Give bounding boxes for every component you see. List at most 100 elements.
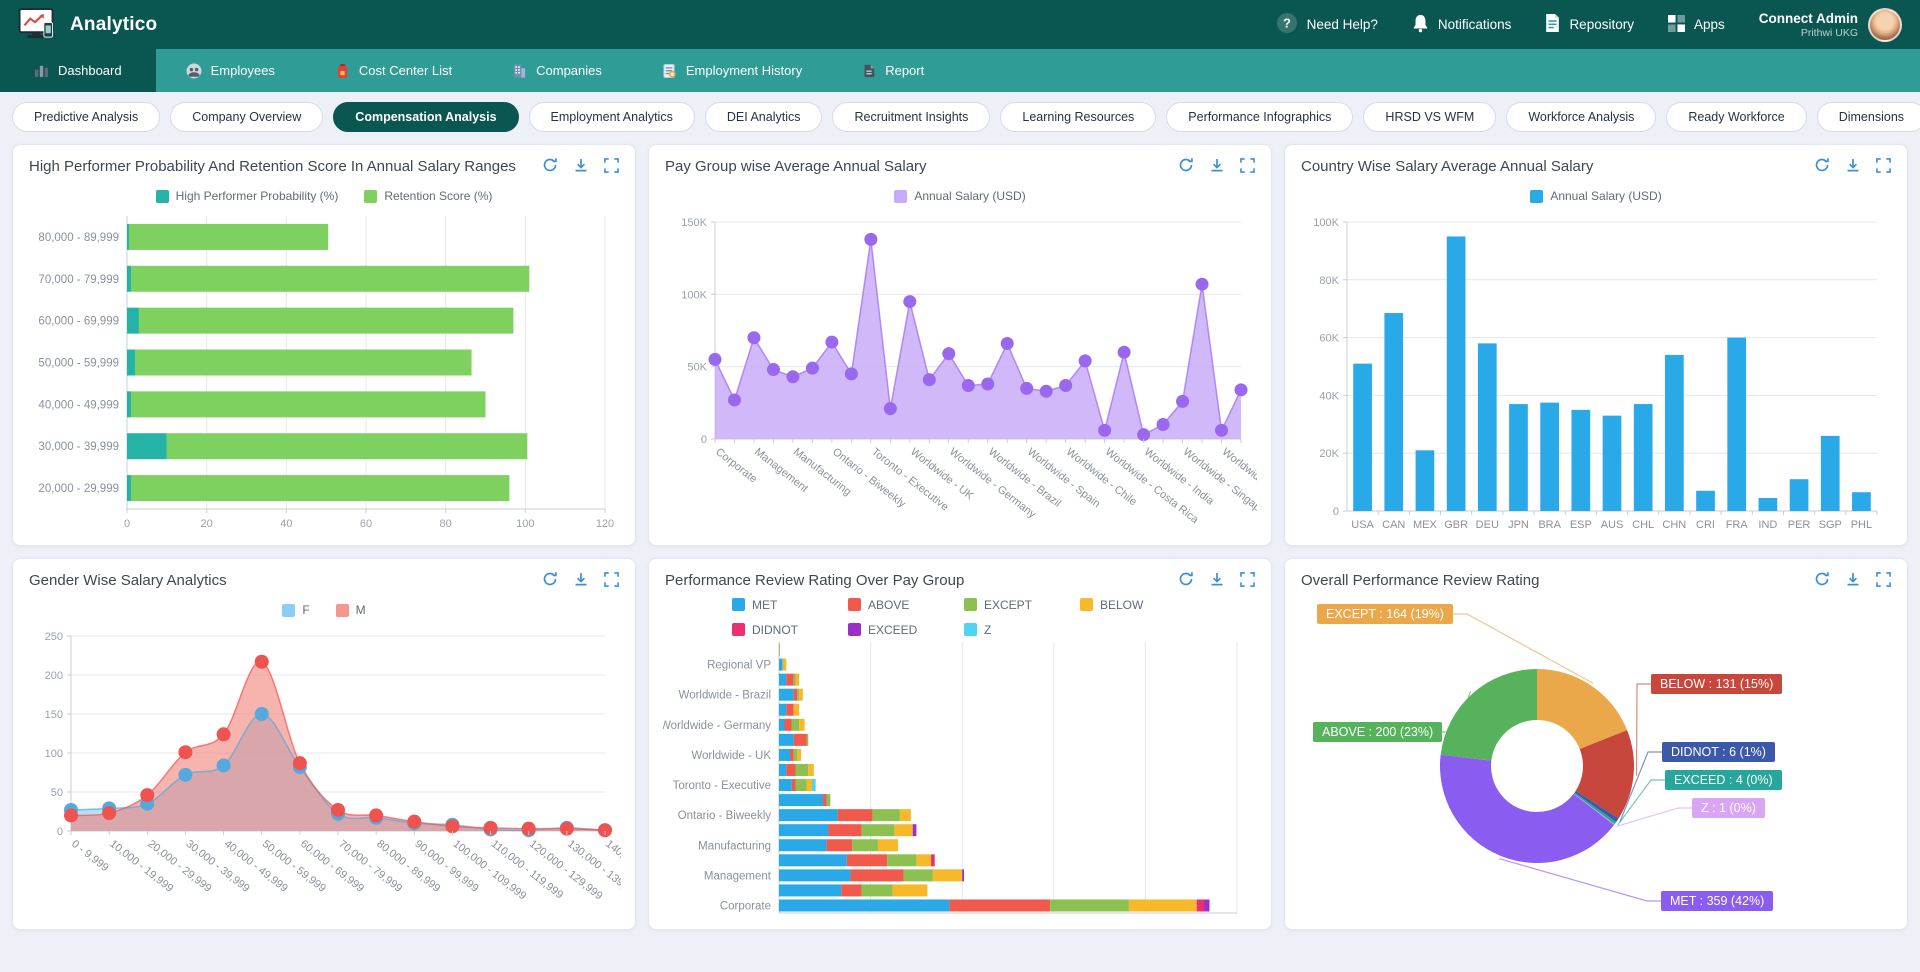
refresh-button[interactable] xyxy=(1814,157,1830,176)
user-menu[interactable]: Connect Admin Prithwi UKG xyxy=(1759,8,1902,42)
pill-learning-resources[interactable]: Learning Resources xyxy=(1000,102,1156,132)
fullscreen-button[interactable] xyxy=(1240,572,1255,590)
refresh-button[interactable] xyxy=(542,157,558,176)
download-button[interactable] xyxy=(573,571,589,590)
legend-label: EXCEED xyxy=(868,623,917,637)
pill-compensation-analysis[interactable]: Compensation Analysis xyxy=(333,102,518,132)
legend-label: F xyxy=(302,603,309,617)
svg-text:40,000 - 49,999: 40,000 - 49,999 xyxy=(38,399,119,411)
repository-button[interactable]: Repository xyxy=(1545,14,1634,35)
legend-chip xyxy=(732,598,745,611)
download-icon xyxy=(573,571,589,590)
legend-item[interactable]: MET xyxy=(732,598,840,612)
legend-item[interactable]: BELOW xyxy=(1080,598,1188,612)
notifications-button[interactable]: Notifications xyxy=(1412,14,1512,36)
legend-item[interactable]: ABOVE xyxy=(848,598,956,612)
svg-text:150K: 150K xyxy=(681,217,707,229)
repository-label: Repository xyxy=(1569,17,1634,32)
fullscreen-button[interactable] xyxy=(604,572,619,590)
refresh-button[interactable] xyxy=(1178,157,1194,176)
employment-history-icon xyxy=(662,63,677,79)
nav-tab-employment-history[interactable]: Employment History xyxy=(632,49,832,92)
svg-text:0: 0 xyxy=(124,518,130,530)
pill-workforce-analysis[interactable]: Workforce Analysis xyxy=(1506,102,1656,132)
card-title: Pay Group wise Average Annual Salary xyxy=(665,158,927,175)
avatar[interactable] xyxy=(1868,8,1902,42)
svg-text:Ontario - Biweekly: Ontario - Biweekly xyxy=(678,810,772,822)
donut-label-z: Z : 1 (0%) xyxy=(1692,798,1765,818)
download-icon xyxy=(1209,157,1225,176)
nav-tab-companies[interactable]: Companies xyxy=(482,49,632,92)
card-title: High Performer Probability And Retention… xyxy=(29,158,516,175)
fullscreen-button[interactable] xyxy=(1240,158,1255,176)
nav-tab-dashboard[interactable]: Dashboard xyxy=(0,49,156,92)
legend-item[interactable]: High Performer Probability (%) xyxy=(156,189,339,203)
apps-label: Apps xyxy=(1694,17,1725,32)
apps-grid-icon xyxy=(1668,15,1685,35)
svg-text:80K: 80K xyxy=(1319,275,1339,287)
employees-icon xyxy=(186,63,202,79)
pill-dei-analytics[interactable]: DEI Analytics xyxy=(705,102,823,132)
user-org: Prithwi UKG xyxy=(1759,27,1858,39)
legend-item[interactable]: Z xyxy=(964,623,1072,637)
download-icon xyxy=(1845,571,1861,590)
svg-text:CAN: CAN xyxy=(1382,519,1405,531)
download-button[interactable] xyxy=(1209,571,1225,590)
svg-text:USA: USA xyxy=(1351,519,1374,531)
chart-legend: MET ABOVE EXCEPT BELOW DIDNOT EXCEED Z xyxy=(663,594,1257,640)
legend-item[interactable]: DIDNOT xyxy=(732,623,840,637)
donut-label-above: ABOVE : 200 (23%) xyxy=(1313,722,1442,742)
chart-legend: Annual Salary (USD) xyxy=(663,180,1257,212)
refresh-button[interactable] xyxy=(1178,571,1194,590)
download-button[interactable] xyxy=(573,157,589,176)
download-button[interactable] xyxy=(1209,157,1225,176)
need-help-button[interactable]: ? Need Help? xyxy=(1276,12,1378,37)
refresh-icon xyxy=(1178,571,1194,590)
notifications-label: Notifications xyxy=(1438,17,1512,32)
donut-label-below: BELOW : 131 (15%) xyxy=(1651,674,1782,694)
legend-item[interactable]: Retention Score (%) xyxy=(364,189,492,203)
fullscreen-icon xyxy=(1240,158,1255,176)
pill-dimensions[interactable]: Dimensions xyxy=(1817,102,1920,132)
legend-label: DIDNOT xyxy=(752,623,798,637)
download-button[interactable] xyxy=(1845,571,1861,590)
pill-ready-workforce[interactable]: Ready Workforce xyxy=(1666,102,1806,132)
refresh-icon xyxy=(542,571,558,590)
legend-item[interactable]: M xyxy=(336,603,366,617)
svg-text:GBR: GBR xyxy=(1444,519,1468,531)
svg-text:Corporate: Corporate xyxy=(713,446,759,486)
legend-chip xyxy=(848,598,861,611)
svg-text:150: 150 xyxy=(45,709,63,721)
legend-item[interactable]: EXCEED xyxy=(848,623,956,637)
refresh-button[interactable] xyxy=(542,571,558,590)
nav-tab-cost-center-list[interactable]: Cost Center List xyxy=(305,49,482,92)
pill-employment-analytics[interactable]: Employment Analytics xyxy=(529,102,695,132)
pill-recruitment-insights[interactable]: Recruitment Insights xyxy=(832,102,990,132)
pill-company-overview[interactable]: Company Overview xyxy=(170,102,323,132)
fullscreen-icon xyxy=(1876,572,1891,590)
chart-canvas: EXCEPT : 164 (19%)BELOW : 131 (15%)DIDNO… xyxy=(1299,594,1893,923)
nav-tab-report[interactable]: Report xyxy=(832,49,954,92)
legend-item[interactable]: Annual Salary (USD) xyxy=(1530,189,1661,203)
nav-tab-employees[interactable]: Employees xyxy=(156,49,305,92)
pill-predictive-analysis[interactable]: Predictive Analysis xyxy=(12,102,160,132)
refresh-button[interactable] xyxy=(1814,571,1830,590)
svg-text:CRI: CRI xyxy=(1696,519,1715,531)
svg-text:MEX: MEX xyxy=(1413,519,1438,531)
legend-item[interactable]: Annual Salary (USD) xyxy=(894,189,1025,203)
card-title: Country Wise Salary Average Annual Salar… xyxy=(1301,158,1593,175)
pill-performance-infographics[interactable]: Performance Infographics xyxy=(1166,102,1353,132)
svg-text:Ontario - Biweekly: Ontario - Biweekly xyxy=(830,446,908,511)
apps-button[interactable]: Apps xyxy=(1668,15,1725,35)
pill-hrsd-vs-wfm[interactable]: HRSD VS WFM xyxy=(1363,102,1496,132)
legend-item[interactable]: EXCEPT xyxy=(964,598,1072,612)
fullscreen-button[interactable] xyxy=(1876,572,1891,590)
svg-text:AUS: AUS xyxy=(1601,519,1624,531)
download-button[interactable] xyxy=(1845,157,1861,176)
fullscreen-button[interactable] xyxy=(1876,158,1891,176)
legend-chip xyxy=(364,190,377,203)
legend-item[interactable]: F xyxy=(282,603,309,617)
fullscreen-button[interactable] xyxy=(604,158,619,176)
svg-text:60: 60 xyxy=(360,518,372,530)
svg-text:BRA: BRA xyxy=(1538,519,1561,531)
